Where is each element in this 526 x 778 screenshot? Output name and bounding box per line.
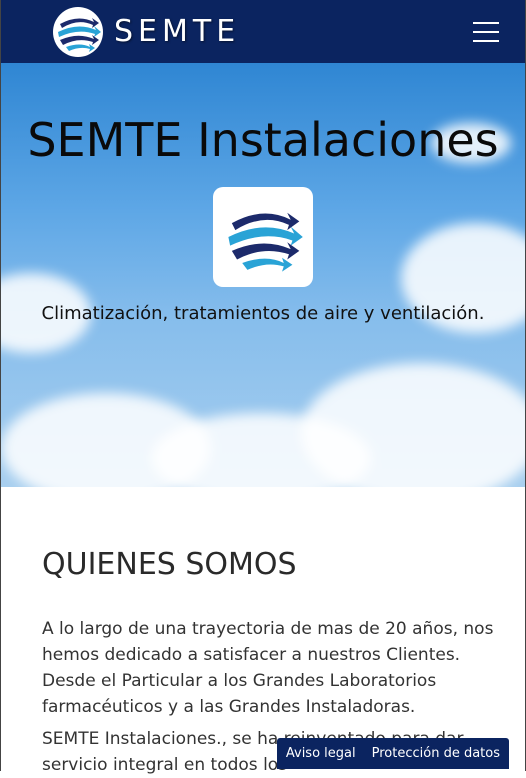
- brand-link[interactable]: SEMTE: [52, 6, 240, 58]
- section-title: QUIENES SOMOS: [42, 547, 297, 582]
- hamburger-line: [473, 39, 499, 42]
- navbar: SEMTE: [1, 0, 525, 63]
- cloud-decoration: [301, 363, 525, 487]
- hamburger-menu-icon[interactable]: [473, 21, 499, 42]
- hero-banner: SEMTE Instalaciones Climatización, trata…: [1, 63, 525, 487]
- footer-links-bar: Aviso legal Protección de datos: [276, 738, 509, 769]
- hero-logo: [213, 187, 313, 287]
- hero-title: SEMTE Instalaciones: [27, 113, 499, 167]
- privacy-link[interactable]: Protección de datos: [372, 746, 500, 761]
- hamburger-line: [473, 21, 499, 24]
- about-section: QUIENES SOMOS A lo largo de una trayecto…: [42, 487, 495, 778]
- globe-arrows-icon: [228, 212, 303, 272]
- legal-notice-link[interactable]: Aviso legal: [286, 746, 356, 761]
- brand-text: SEMTE: [114, 14, 241, 49]
- hero-subtitle: Climatización, tratamientos de aire y ve…: [41, 303, 485, 324]
- globe-arrows-icon: [53, 6, 103, 57]
- hamburger-line: [473, 30, 499, 33]
- about-paragraph: A lo largo de una trayectoria de mas de …: [42, 619, 494, 717]
